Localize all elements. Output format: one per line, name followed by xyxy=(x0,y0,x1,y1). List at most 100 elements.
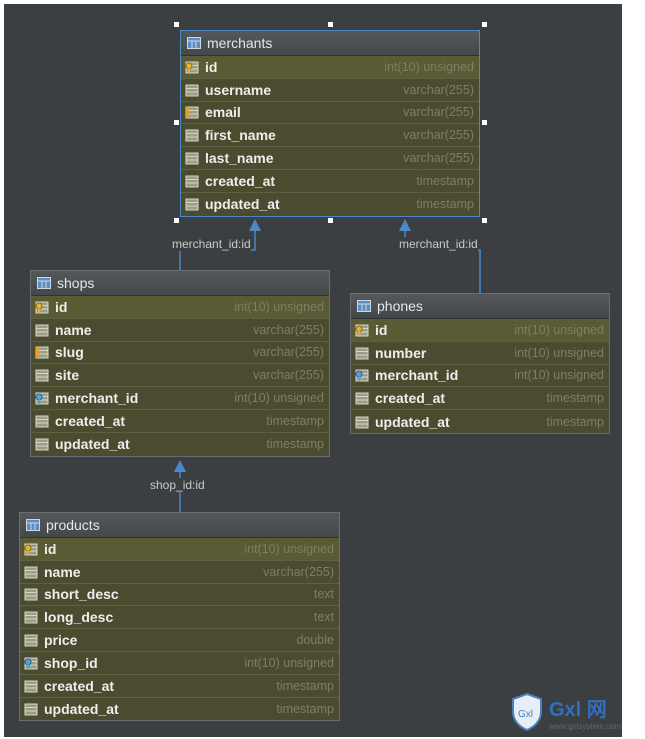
table-header[interactable]: products xyxy=(20,513,339,538)
table-header[interactable]: phones xyxy=(351,294,609,319)
column-type: timestamp xyxy=(276,678,334,693)
column-name: merchant_id xyxy=(375,367,459,384)
column-type: timestamp xyxy=(266,413,324,428)
column-name: updated_at xyxy=(375,413,450,430)
table-title: shops xyxy=(57,275,95,291)
column-row[interactable]: created_at timestamp xyxy=(31,409,329,433)
primary-key-icon xyxy=(185,60,199,74)
column-type: varchar(255) xyxy=(253,368,324,383)
column-row[interactable]: id int(10) unsigned xyxy=(351,319,609,342)
column-row[interactable]: price double xyxy=(20,629,339,652)
table-icon xyxy=(187,37,201,49)
column-row[interactable]: merchant_id int(10) unsigned xyxy=(351,364,609,388)
column-type: int(10) unsigned xyxy=(514,368,604,383)
column-row[interactable]: updated_at timestamp xyxy=(20,697,339,721)
relation-label: merchant_id:id xyxy=(399,237,478,251)
column-icon xyxy=(24,565,38,579)
column-name: slug xyxy=(55,344,84,361)
column-row[interactable]: first_name varchar(255) xyxy=(181,124,479,148)
column-type: varchar(255) xyxy=(403,151,474,166)
column-type: int(10) unsigned xyxy=(514,322,604,337)
foreign-key-icon xyxy=(24,656,38,670)
column-name: created_at xyxy=(375,390,446,407)
resize-handle[interactable] xyxy=(482,120,487,125)
table-header[interactable]: merchants xyxy=(181,31,479,56)
column-name: email xyxy=(205,104,241,121)
resize-handle[interactable] xyxy=(174,218,179,223)
column-row[interactable]: updated_at timestamp xyxy=(181,192,479,216)
column-name: first_name xyxy=(205,127,276,144)
column-row[interactable]: shop_id int(10) unsigned xyxy=(20,651,339,675)
column-name: name xyxy=(55,321,92,338)
column-type: timestamp xyxy=(266,437,324,452)
primary-key-icon xyxy=(35,300,49,314)
column-row[interactable]: site varchar(255) xyxy=(31,364,329,388)
column-row[interactable]: created_at timestamp xyxy=(20,674,339,698)
unique-column-icon xyxy=(185,105,199,119)
column-name: created_at xyxy=(55,412,126,429)
column-name: number xyxy=(375,344,427,361)
column-type: timestamp xyxy=(416,197,474,212)
foreign-key-icon xyxy=(35,391,49,405)
column-row[interactable]: merchant_id int(10) unsigned xyxy=(31,387,329,410)
column-type: varchar(255) xyxy=(253,322,324,337)
column-type: double xyxy=(296,633,334,648)
primary-key-icon xyxy=(355,323,369,337)
column-icon xyxy=(355,391,369,405)
column-row[interactable]: name varchar(255) xyxy=(31,318,329,342)
column-type: text xyxy=(313,587,334,602)
column-row[interactable]: short_desc text xyxy=(20,583,339,607)
resize-handle[interactable] xyxy=(482,22,487,27)
column-row[interactable]: created_at timestamp xyxy=(181,169,479,193)
column-icon xyxy=(185,174,199,188)
column-icon xyxy=(35,414,49,428)
column-type: int(10) unsigned xyxy=(244,655,334,670)
svg-text:Gxl: Gxl xyxy=(518,709,533,720)
resize-handle[interactable] xyxy=(482,218,487,223)
column-row[interactable]: username varchar(255) xyxy=(181,78,479,102)
table-phones[interactable]: phones id int(10) unsigned number int(10) u… xyxy=(350,293,610,434)
column-name: short_desc xyxy=(44,586,119,603)
table-icon xyxy=(37,277,51,289)
column-icon xyxy=(185,83,199,97)
column-name: created_at xyxy=(44,677,115,694)
table-title: products xyxy=(46,517,100,533)
column-row[interactable]: slug varchar(255) xyxy=(31,341,329,365)
table-header[interactable]: shops xyxy=(31,271,329,296)
column-type: int(10) unsigned xyxy=(244,541,334,556)
table-products[interactable]: products id int(10) unsigned name varchar(2… xyxy=(19,512,340,722)
column-icon xyxy=(35,437,49,451)
resize-handle[interactable] xyxy=(328,218,333,223)
column-icon xyxy=(35,368,49,382)
column-row[interactable]: long_desc text xyxy=(20,606,339,630)
resize-handle[interactable] xyxy=(328,22,333,27)
table-title: phones xyxy=(377,298,423,314)
column-icon xyxy=(185,151,199,165)
column-name: id xyxy=(44,540,57,557)
relation-label: shop_id:id xyxy=(150,478,205,492)
table-shops[interactable]: shops id int(10) unsigned name varchar(255)… xyxy=(30,270,330,457)
table-merchants[interactable]: merchants id int(10) unsigned username varc… xyxy=(180,30,480,217)
column-icon xyxy=(24,610,38,624)
column-type: varchar(255) xyxy=(263,564,334,579)
column-row[interactable]: number int(10) unsigned xyxy=(351,341,609,365)
column-row[interactable]: id int(10) unsigned xyxy=(20,538,339,561)
column-row[interactable]: id int(10) unsigned xyxy=(181,56,479,79)
column-row[interactable]: last_name varchar(255) xyxy=(181,147,479,170)
column-icon xyxy=(185,128,199,142)
column-type: varchar(255) xyxy=(403,82,474,97)
column-name: id xyxy=(55,298,68,315)
relation-label: merchant_id:id xyxy=(172,237,251,251)
resize-handle[interactable] xyxy=(174,120,179,125)
column-type: timestamp xyxy=(416,173,474,188)
column-row[interactable]: id int(10) unsigned xyxy=(31,296,329,319)
column-row[interactable]: name varchar(255) xyxy=(20,560,339,584)
primary-key-icon xyxy=(24,542,38,556)
resize-handle[interactable] xyxy=(174,22,179,27)
column-icon xyxy=(35,323,49,337)
column-name: id xyxy=(375,321,388,338)
column-row[interactable]: updated_at timestamp xyxy=(31,432,329,456)
column-row[interactable]: created_at timestamp xyxy=(351,387,609,411)
column-row[interactable]: email varchar(255) xyxy=(181,101,479,125)
column-row[interactable]: updated_at timestamp xyxy=(351,410,609,433)
